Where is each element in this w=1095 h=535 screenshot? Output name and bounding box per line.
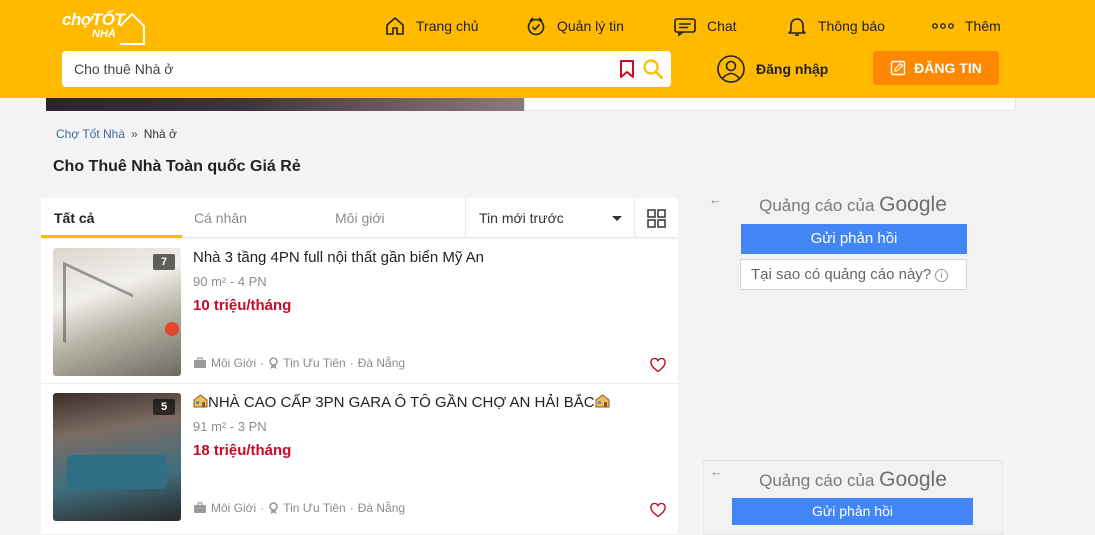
nav-chat[interactable]: Chat [673, 12, 737, 40]
briefcase-icon [194, 357, 206, 368]
chevron-down-icon [612, 216, 622, 221]
listing-info: Môi Giới · Tin Ưu Tiên · Đà Nẵng [193, 356, 405, 370]
image-count-badge: 7 [153, 254, 175, 270]
breadcrumb-home[interactable]: Chợ Tốt Nhà [56, 127, 125, 141]
nav-home-label: Trang chủ [416, 18, 479, 34]
listing-price: 10 triệu/tháng [193, 297, 292, 314]
breadcrumb-current: Nhà ở [143, 127, 177, 141]
listing-thumbnail[interactable]: 5 [53, 393, 181, 521]
search-icon[interactable] [642, 58, 664, 80]
image-count-badge: 5 [153, 399, 175, 415]
tab-all[interactable]: Tất cả [41, 198, 182, 238]
listing-title[interactable]: Nhà 3 tầng 4PN full nội thất gần biển Mỹ… [193, 249, 484, 266]
listing-location: Đà Nẵng [357, 501, 406, 515]
heart-icon[interactable] [650, 358, 666, 373]
priority-badge-icon [269, 501, 279, 514]
listing-info: Môi Giới · Tin Ưu Tiên · Đà Nẵng [193, 501, 405, 515]
house-emoji-icon [595, 394, 610, 408]
thumbnail-stairs-shape [63, 261, 133, 375]
logo[interactable]: chợTỐT NHÀ [60, 6, 150, 46]
promo-banner-image[interactable] [46, 98, 524, 111]
login-label: Đăng nhập [756, 61, 829, 77]
listing-area-rooms: 90 m² - 4 PN [193, 274, 267, 289]
listing-title[interactable]: NHÀ CAO CẤP 3PN GARA Ô TÔ GẦN CHỢ AN HẢI… [193, 394, 610, 411]
search-input[interactable] [62, 51, 602, 87]
sort-dropdown[interactable]: Tin mới trước [465, 198, 635, 238]
briefcase-icon [194, 502, 206, 513]
nav-chat-label: Chat [707, 18, 737, 34]
thumbnail-fan-shape [165, 322, 179, 336]
home-icon [386, 17, 404, 35]
nav-manage-listings[interactable]: Quản lý tin [525, 12, 624, 40]
nav-more-label: Thêm [965, 18, 1001, 34]
breadcrumb: Chợ Tốt Nhà » Nhà ở [56, 127, 177, 141]
post-listing-label: ĐĂNG TIN [914, 60, 982, 76]
edit-icon [890, 60, 906, 76]
listing-item[interactable]: 7 Nhà 3 tầng 4PN full nội thất gần biển … [41, 239, 678, 384]
heart-icon[interactable] [650, 503, 666, 518]
listing-thumbnail[interactable]: 7 [53, 248, 181, 376]
nav-notify-label: Thông báo [818, 18, 885, 34]
bookmark-icon[interactable] [618, 59, 636, 79]
tab-agent[interactable]: Môi giới [335, 198, 385, 238]
promo-banner-panel [524, 98, 1016, 111]
header: chợTỐT NHÀ Trang chủ Quản lý tin Chat Th… [0, 0, 1095, 98]
google-wordmark: Google [879, 468, 947, 491]
ad-feedback-button[interactable]: Gửi phản hồi [732, 498, 973, 525]
listing-area-rooms: 91 m² - 3 PN [193, 419, 267, 434]
nav-manage-label: Quản lý tin [557, 18, 624, 34]
listing-title-text: NHÀ CAO CẤP 3PN GARA Ô TÔ GẦN CHỢ AN HẢI… [208, 394, 595, 411]
page-title: Cho Thuê Nhà Toàn quốc Giá Rẻ [53, 158, 301, 175]
nav-home[interactable]: Trang chủ [384, 12, 479, 40]
user-avatar-icon [717, 55, 745, 83]
nav-more[interactable]: Thêm [931, 12, 1001, 40]
ad-label: Quảng cáo của Google [759, 193, 947, 216]
listing-priority: Tin Ưu Tiên [283, 356, 346, 370]
ad-feedback-button[interactable]: Gửi phản hồi [741, 224, 967, 254]
manage-listings-icon [527, 17, 545, 36]
breadcrumb-separator: » [131, 127, 138, 141]
google-wordmark: Google [879, 193, 947, 216]
sort-label: Tin mới trước [479, 210, 564, 226]
post-listing-button[interactable]: ĐĂNG TIN [873, 51, 999, 85]
chat-icon [674, 18, 696, 37]
ad-label: Quảng cáo của Google [759, 468, 947, 491]
house-emoji-icon [193, 394, 208, 408]
info-icon: i [935, 269, 949, 282]
listing-seller-type: Môi Giới [211, 501, 257, 515]
logo-text-top: chợTỐT [62, 10, 125, 29]
listing-tabs: Tất cả Cá nhân Môi giới Tin mới trước [41, 198, 678, 238]
ad-why-button[interactable]: Tại sao có quảng cáo này? i [740, 259, 967, 290]
more-dots-icon [932, 23, 954, 29]
search-bar [62, 51, 671, 87]
google-ad-slot: ← Quảng cáo của Google Gửi phản hồi [703, 460, 1003, 535]
priority-badge-icon [269, 356, 279, 369]
listing-price: 18 triệu/tháng [193, 442, 292, 459]
google-ad-slot: ← Quảng cáo của Google Gửi phản hồi Tại … [703, 189, 1003, 440]
listing-location: Đà Nẵng [357, 356, 406, 370]
listing-priority: Tin Ưu Tiên [283, 501, 346, 515]
thumbnail-sofa-shape [67, 455, 167, 489]
login-button[interactable]: Đăng nhập [716, 54, 828, 84]
logo-text-bottom: NHÀ [92, 28, 116, 40]
listing-seller-type: Môi Giới [211, 356, 257, 370]
tab-personal[interactable]: Cá nhân [194, 198, 247, 238]
nav-notifications[interactable]: Thông báo [786, 12, 885, 40]
bell-icon [788, 18, 806, 36]
listing-item[interactable]: 5 NHÀ CAO CẤP 3PN GARA Ô TÔ GẦN CHỢ AN H… [41, 384, 678, 535]
grid-view-icon[interactable] [647, 209, 666, 228]
